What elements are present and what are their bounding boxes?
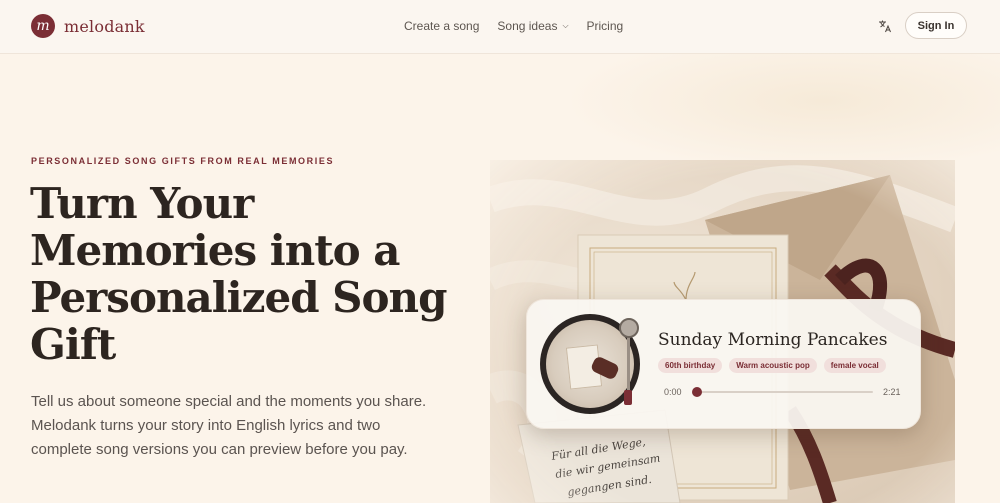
tonearm-tip — [624, 390, 632, 405]
progress-slider[interactable] — [691, 387, 873, 397]
nav-link-create-a-song[interactable]: Create a song — [404, 19, 479, 33]
current-time: 0:00 — [664, 387, 682, 397]
hero-description: Tell us about someone special and the mo… — [31, 393, 427, 458]
nav-link-label: Create a song — [404, 19, 480, 33]
song-tag: 60th birthday — [658, 358, 723, 373]
song-tag: female vocal — [823, 358, 886, 373]
song-tag: Warm acoustic pop — [729, 358, 817, 373]
nav-links: Create a song Song ideas ⌵ Pricing — [404, 19, 641, 33]
nav-link-song-ideas[interactable]: Song ideas ⌵ — [497, 19, 568, 33]
song-player-card: Sunday Morning Pancakes 60th birthday Wa… — [526, 299, 921, 429]
logo-mark-icon: m — [31, 14, 55, 38]
top-navigation: m melodank Create a song Song ideas ⌵ Pr… — [0, 0, 1000, 54]
translate-icon[interactable] — [878, 19, 892, 33]
chevron-down-icon: ⌵ — [562, 21, 569, 30]
nav-link-label: Song ideas — [497, 19, 558, 33]
nav-link-pricing[interactable]: Pricing — [587, 19, 624, 33]
progress-thumb[interactable] — [691, 387, 702, 397]
sign-in-button[interactable]: Sign In — [905, 12, 967, 39]
total-time: 2:21 — [883, 387, 901, 397]
tonearm — [627, 336, 630, 396]
brand-logo[interactable]: m melodank — [31, 14, 145, 38]
background-glow — [560, 53, 1000, 173]
song-tags: 60th birthday Warm acoustic pop female v… — [658, 358, 893, 373]
brand-name: melodank — [64, 16, 145, 36]
song-title: Sunday Morning Pancakes — [658, 330, 888, 350]
nav-link-label: Pricing — [586, 19, 624, 33]
hero-headline: Turn Your Memories into a Personalized S… — [30, 179, 447, 369]
tonearm-pivot-icon — [619, 318, 639, 338]
hero-eyebrow: PERSONALIZED SONG GIFTS FROM REAL MEMORI… — [31, 156, 335, 166]
